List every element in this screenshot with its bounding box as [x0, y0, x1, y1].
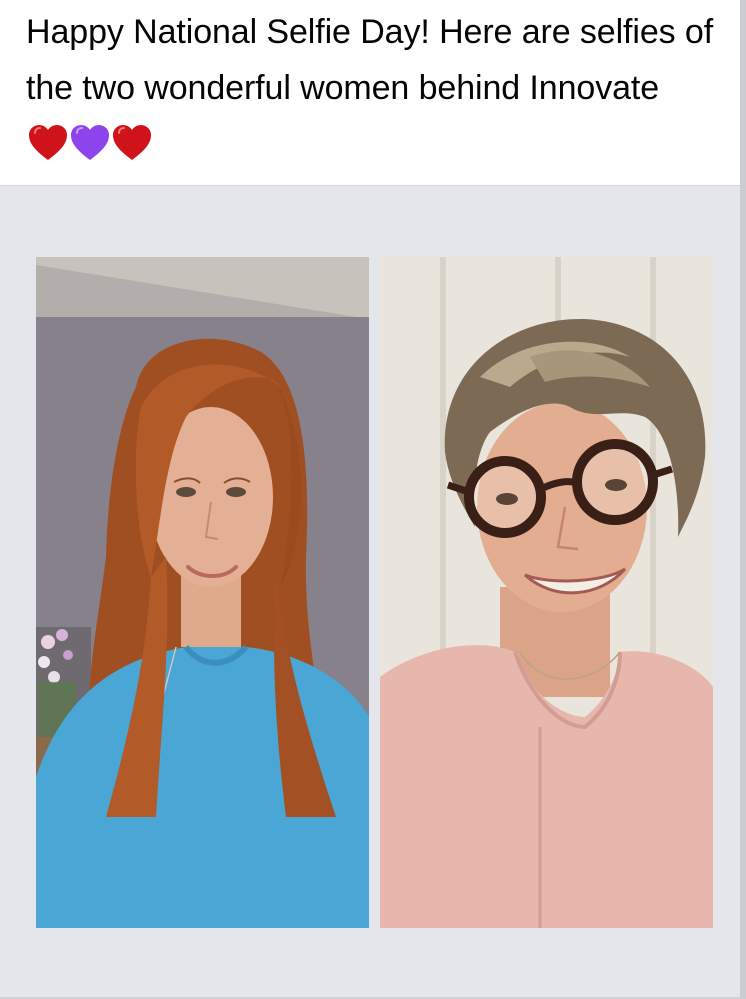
- selfie-photo-1[interactable]: [36, 257, 369, 928]
- red-heart-icon: [29, 125, 67, 160]
- selfie-photo-2-image: [380, 257, 713, 928]
- emoji-group: [26, 125, 152, 163]
- post-media[interactable]: [0, 185, 740, 999]
- post-text-container: Happy National Selfie Day! Here are self…: [0, 0, 740, 185]
- red-heart-icon: [113, 125, 151, 160]
- purple-heart-icon: [71, 125, 109, 160]
- post-text: Happy National Selfie Day! Here are self…: [26, 13, 714, 107]
- scrollbar-edge: [740, 0, 746, 999]
- selfie-photo-1-image: [36, 257, 369, 928]
- selfie-photo-2[interactable]: [380, 257, 713, 928]
- post: Happy National Selfie Day! Here are self…: [0, 0, 746, 999]
